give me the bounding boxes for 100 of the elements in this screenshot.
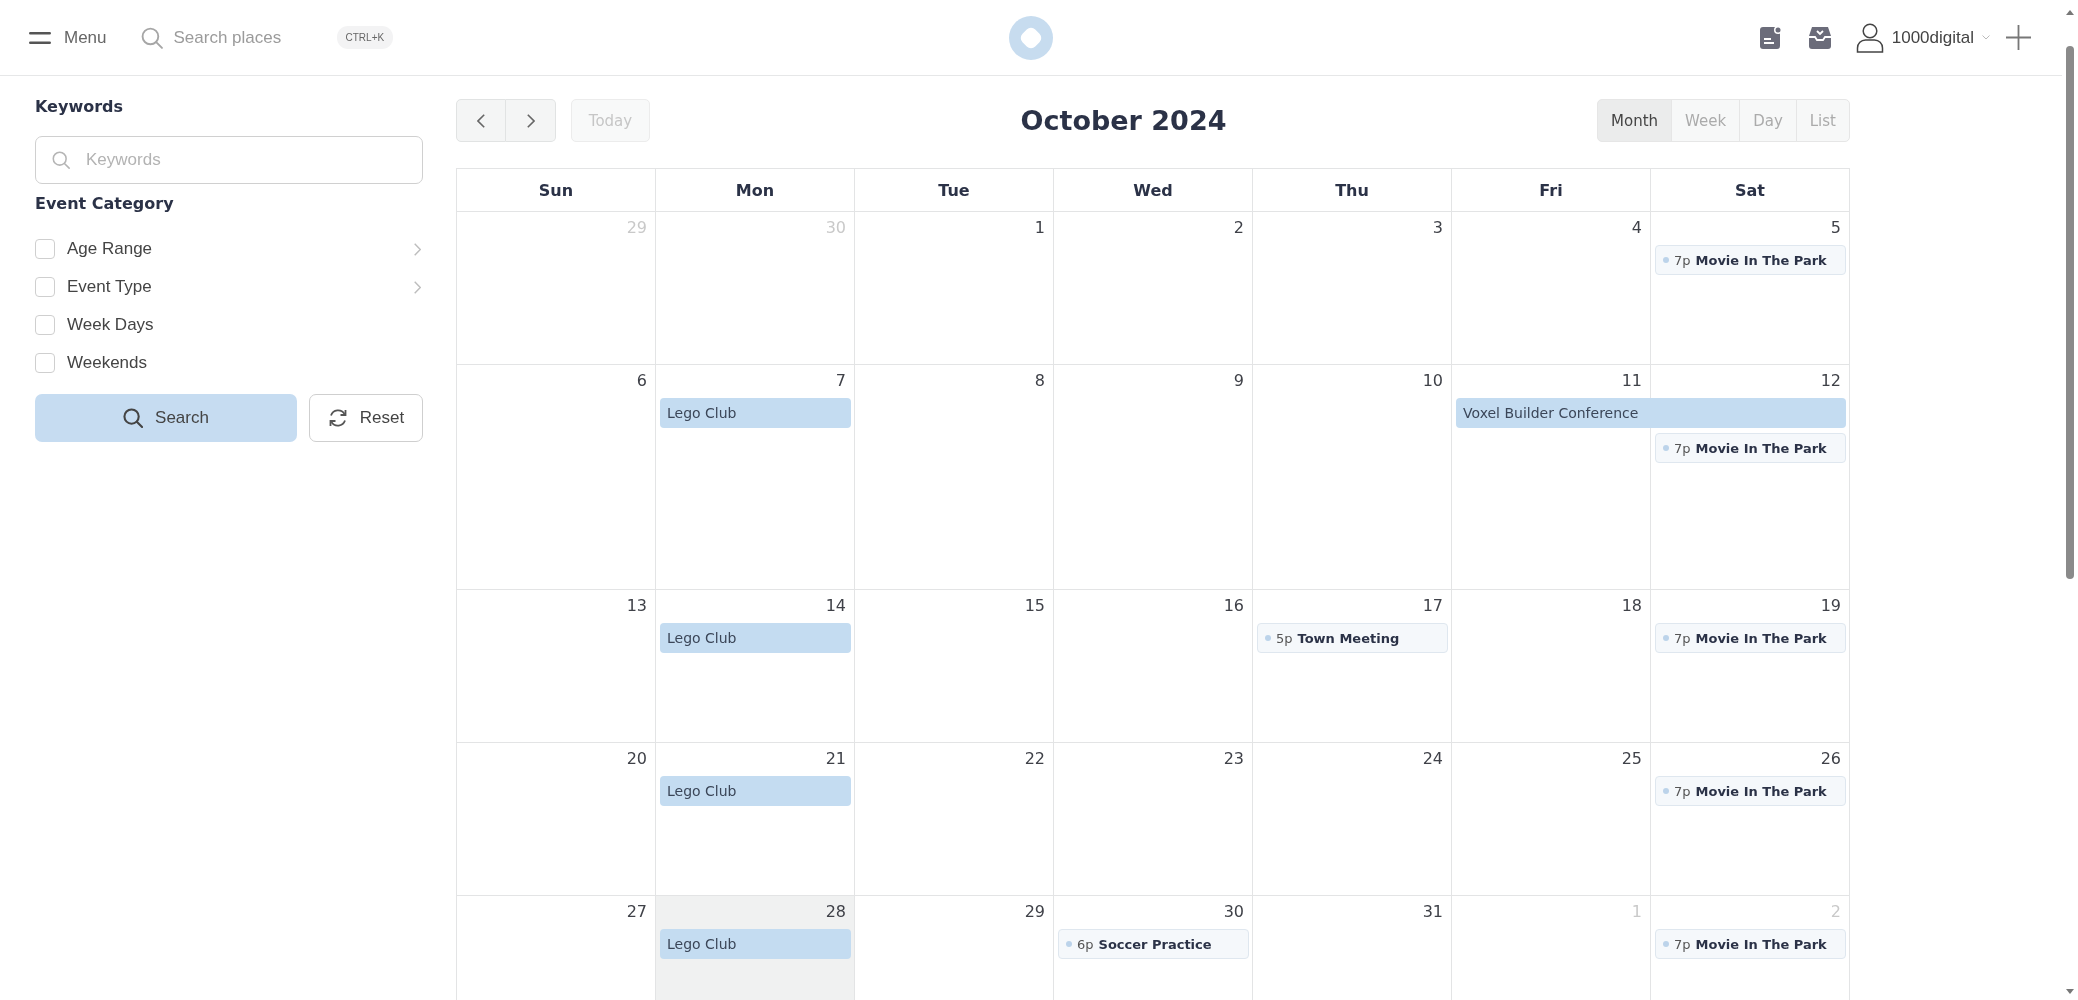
- event-chip[interactable]: 5p Town Meeting: [1257, 623, 1448, 653]
- checkbox-label[interactable]: Weekends: [67, 351, 423, 375]
- dot-icon: [1663, 941, 1669, 947]
- day-number: 15: [1024, 595, 1046, 616]
- event-bar[interactable]: Voxel Builder Conference: [1456, 398, 1846, 428]
- event-bar[interactable]: Lego Club: [660, 776, 851, 806]
- event-title: Movie In The Park: [1695, 440, 1827, 456]
- event-bar[interactable]: Lego Club: [660, 623, 851, 653]
- reset-button[interactable]: Reset: [309, 394, 423, 442]
- event-bar[interactable]: Lego Club: [660, 398, 851, 428]
- event-chip[interactable]: 7p Movie In The Park: [1655, 245, 1846, 275]
- view-tab[interactable]: Month: [1597, 99, 1673, 142]
- search-icon: [140, 26, 163, 49]
- day-number: 14: [825, 595, 847, 616]
- day-number: 19: [1820, 595, 1842, 616]
- search-field[interactable]: Search places: [173, 27, 329, 48]
- dot-icon: [1663, 257, 1669, 263]
- day-number: 21: [825, 748, 847, 769]
- search-icon: [52, 151, 70, 169]
- day-number: 5: [1830, 217, 1842, 238]
- previous-button[interactable]: [456, 99, 506, 142]
- caret-down-icon[interactable]: [2066, 989, 2074, 994]
- dot-icon: [1663, 445, 1669, 451]
- checkbox[interactable]: [35, 239, 55, 259]
- event-title: Movie In The Park: [1695, 630, 1827, 646]
- day-number: 8: [1034, 370, 1046, 391]
- event-title: Movie In The Park: [1695, 783, 1827, 799]
- logo-icon[interactable]: [1009, 15, 1053, 60]
- event-title: Soccer Practice: [1098, 936, 1212, 952]
- event-time: 7p: [1674, 440, 1691, 456]
- event-chip[interactable]: 7p Movie In The Park: [1655, 929, 1846, 959]
- day-number: 6: [636, 370, 648, 391]
- day-number: 3: [1432, 217, 1444, 238]
- section-label: Event Category: [35, 193, 175, 215]
- note-icon[interactable]: [1759, 26, 1782, 49]
- caret-up-icon[interactable]: [2066, 10, 2074, 15]
- user-menu[interactable]: 1000digital: [1855, 22, 1990, 53]
- event-chip[interactable]: 7p Movie In The Park: [1655, 433, 1846, 463]
- menu-button[interactable]: Menu: [29, 27, 107, 48]
- dot-icon: [1066, 941, 1072, 947]
- day-number: 11: [1621, 370, 1643, 391]
- event-time: 7p: [1674, 783, 1691, 799]
- day-number: 7: [835, 370, 847, 391]
- menu-icon: [29, 31, 51, 44]
- day-number: 13: [626, 595, 648, 616]
- day-number: 20: [626, 748, 648, 769]
- refresh-icon: [327, 408, 348, 428]
- month-title: October 2024: [1020, 105, 1227, 136]
- day-number: 12: [1820, 370, 1842, 391]
- caret-icon: [1982, 35, 1990, 40]
- day-number: 22: [1024, 748, 1046, 769]
- chevron-right-icon: [526, 113, 535, 128]
- day-number: 23: [1223, 748, 1245, 769]
- day-number: 2: [1233, 217, 1245, 238]
- event-title: Town Meeting: [1297, 630, 1400, 646]
- day-number: 17: [1422, 595, 1444, 616]
- checkbox-label[interactable]: Week Days: [67, 313, 423, 337]
- day-number: 24: [1422, 748, 1444, 769]
- day-number: 18: [1621, 595, 1643, 616]
- section-label: Keywords: [35, 96, 125, 118]
- event-bar[interactable]: Lego Club: [660, 929, 851, 959]
- day-number: 9: [1233, 370, 1245, 391]
- dot-icon: [1265, 635, 1271, 641]
- inbox-icon[interactable]: [1808, 26, 1831, 49]
- event-chip[interactable]: 6p Soccer Practice: [1058, 929, 1249, 959]
- checkbox-label[interactable]: Event Type: [67, 275, 423, 299]
- chevron-left-icon: [477, 113, 485, 128]
- day-number: 31: [1422, 901, 1444, 922]
- chevron-right-icon: [414, 280, 421, 294]
- day-number: 30: [1223, 901, 1245, 922]
- event-title: Movie In The Park: [1695, 936, 1827, 952]
- day-number: 26: [1820, 748, 1842, 769]
- search-icon: [123, 408, 144, 428]
- dot-icon: [1663, 635, 1669, 641]
- scrollbar-thumb[interactable]: [2066, 46, 2074, 579]
- shortcut-badge: CTRL+K: [336, 26, 394, 49]
- checkbox[interactable]: [35, 353, 55, 373]
- event-time: 7p: [1674, 936, 1691, 952]
- user-icon: [1855, 22, 1884, 53]
- event-chip[interactable]: 7p Movie In The Park: [1655, 623, 1846, 653]
- day-number: 1: [1034, 217, 1046, 238]
- chevron-right-icon: [414, 242, 421, 256]
- day-number: 10: [1422, 370, 1444, 391]
- checkbox-label[interactable]: Age Range: [67, 237, 423, 261]
- day-number: 29: [1024, 901, 1046, 922]
- next-button[interactable]: [506, 99, 556, 142]
- checkbox[interactable]: [35, 277, 55, 297]
- keywords-field[interactable]: Keywords: [35, 136, 423, 184]
- day-number: 4: [1631, 217, 1643, 238]
- checkbox[interactable]: [35, 315, 55, 335]
- search-button[interactable]: Search: [35, 394, 297, 442]
- day-number: 16: [1223, 595, 1245, 616]
- event-time: 7p: [1674, 252, 1691, 268]
- day-number: 27: [626, 901, 648, 922]
- day-number: 25: [1621, 748, 1643, 769]
- day-number: 28: [825, 901, 847, 922]
- event-time: 7p: [1674, 630, 1691, 646]
- plus-icon[interactable]: [2006, 25, 2031, 50]
- event-time: 5p: [1276, 630, 1293, 646]
- event-chip[interactable]: 7p Movie In The Park: [1655, 776, 1846, 806]
